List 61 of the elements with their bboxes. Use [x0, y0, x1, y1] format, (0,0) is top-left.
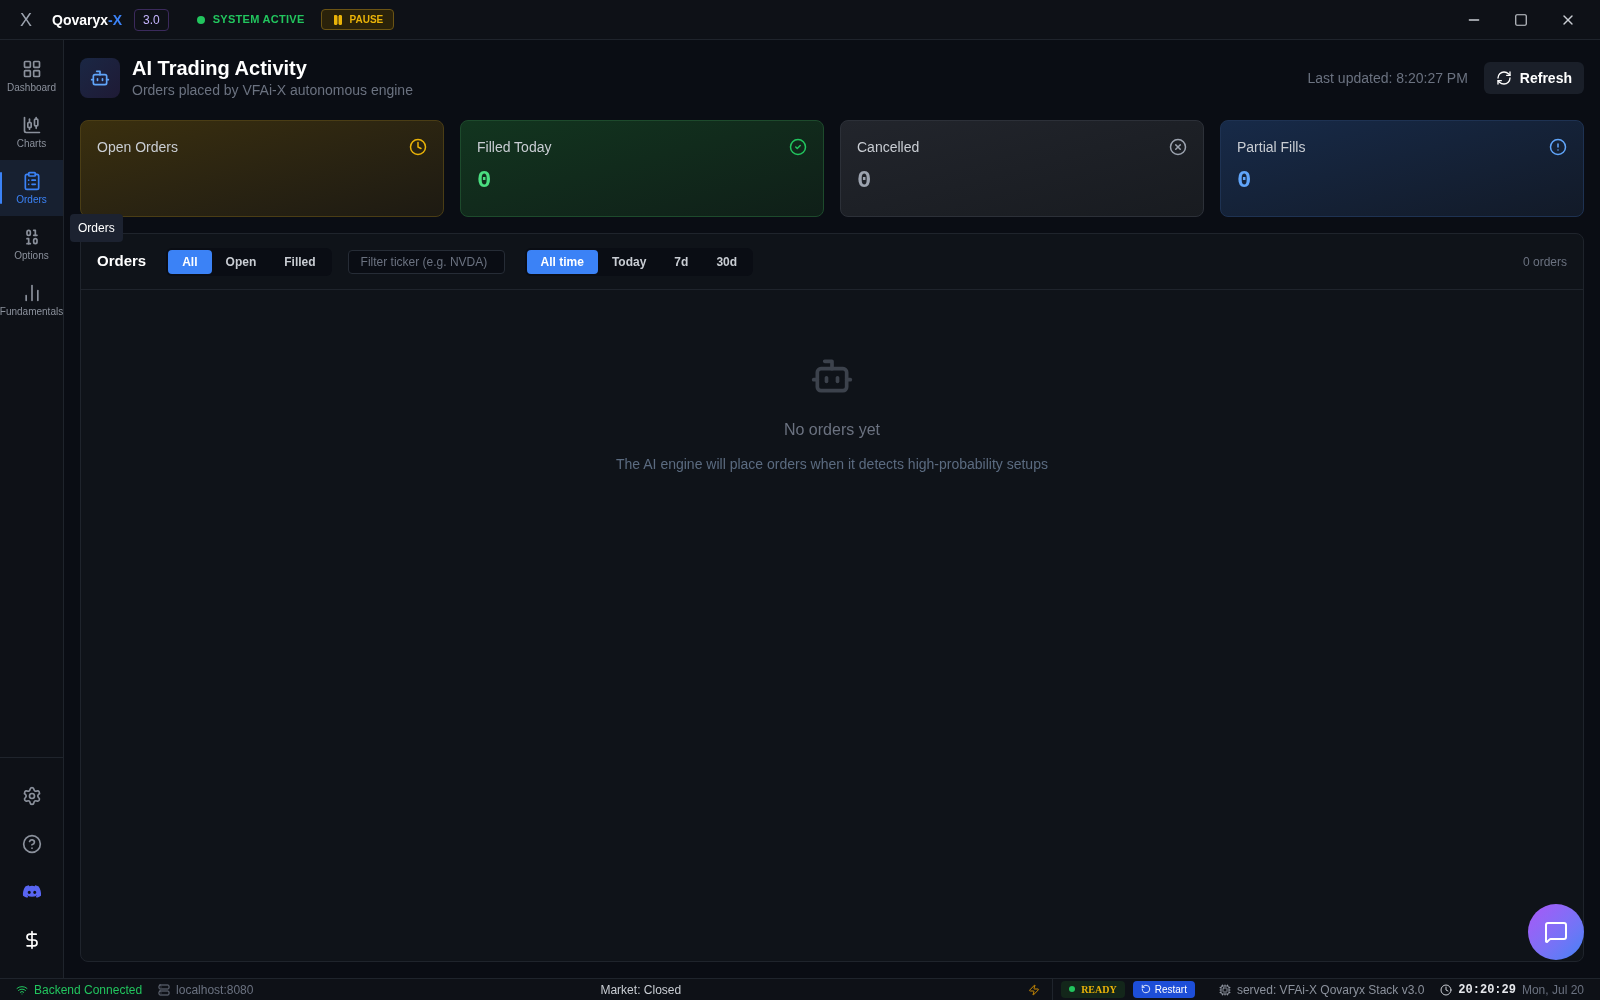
market-status: Market: Closed [600, 981, 682, 998]
empty-message: The AI engine will place orders when it detects high-probability setups [616, 455, 1048, 474]
range-tab[interactable]: 7d [660, 249, 703, 274]
version-badge: 3.0 [134, 8, 169, 31]
ready-badge: READY [1061, 980, 1125, 999]
sidebar-item[interactable]: Orders [0, 160, 63, 216]
pause-icon [331, 13, 344, 26]
stat-value: 0 [857, 166, 873, 196]
sidebar-item[interactable]: Fundamentals [0, 272, 63, 328]
app-name: Qovaryx-X [52, 10, 123, 30]
sidebar-item[interactable]: Dashboard [0, 48, 63, 104]
refresh-icon [1495, 70, 1512, 86]
stat-value: 0 [1237, 166, 1253, 196]
settings-icon[interactable] [21, 786, 42, 806]
dashboard-icon [21, 59, 42, 79]
stat-label: Open Orders [97, 138, 178, 157]
clock-icon [1440, 983, 1453, 996]
stat-label: Cancelled [857, 138, 920, 157]
page-title: AI Trading Activity [132, 56, 308, 80]
server-icon [158, 983, 171, 996]
empty-title: No orders yet [783, 420, 880, 440]
robot-icon [90, 68, 110, 88]
order-count: 0 orders [1522, 253, 1567, 270]
filter-tab[interactable]: All [168, 249, 212, 274]
stat-label: Partial Fills [1237, 138, 1306, 157]
system-status: SYSTEM ACTIVE [212, 12, 305, 28]
wifi-icon [16, 983, 28, 996]
pause-button[interactable]: PAUSE [320, 9, 395, 30]
filled-status-icon [789, 138, 807, 156]
app-logo: X [20, 8, 32, 32]
stat-label: Filled Today [477, 138, 552, 157]
clock-time: 20:20:29 [1458, 981, 1516, 998]
filter-tab[interactable]: Open [211, 249, 271, 274]
help-icon[interactable] [21, 834, 42, 854]
page-subtitle: Orders placed by VFAi-X autonomous engine [132, 81, 413, 100]
open-status-icon [409, 138, 427, 156]
refresh-button[interactable]: Refresh [1483, 62, 1584, 94]
range-tab[interactable]: 30d [702, 249, 752, 274]
restart-button[interactable]: Restart [1132, 980, 1195, 999]
last-updated: Last updated: 8:20:27 PM [1307, 69, 1468, 88]
lightning-icon [1028, 983, 1041, 996]
connection-status: Backend Connected [34, 981, 143, 998]
partial-status-icon [1549, 138, 1567, 156]
maximize-icon[interactable] [1514, 12, 1528, 27]
host-address: localhost:8080 [176, 981, 254, 998]
panel-title: Orders [97, 251, 147, 272]
chat-icon [1544, 920, 1568, 944]
stat-value: 0 [477, 166, 493, 196]
tooltip: Orders [70, 214, 123, 242]
range-tab[interactable]: All time [526, 249, 598, 274]
server-info: served: VFAi-X Qovaryx Stack v3.0 [1236, 981, 1425, 998]
restart-icon [1140, 984, 1151, 995]
sidebar-item[interactable]: Options [0, 216, 63, 272]
chip-icon [1218, 983, 1231, 996]
filter-tab[interactable]: Filled [270, 249, 330, 274]
ticker-filter-field[interactable]: Filter ticker (e.g. NVDA) [347, 249, 505, 274]
charts-icon [21, 115, 42, 135]
sidebar-item[interactable]: Charts [0, 104, 63, 160]
range-tab[interactable]: Today [597, 249, 661, 274]
cancelled-status-icon [1169, 138, 1187, 156]
clock-date: Mon, Jul 20 [1521, 981, 1584, 998]
